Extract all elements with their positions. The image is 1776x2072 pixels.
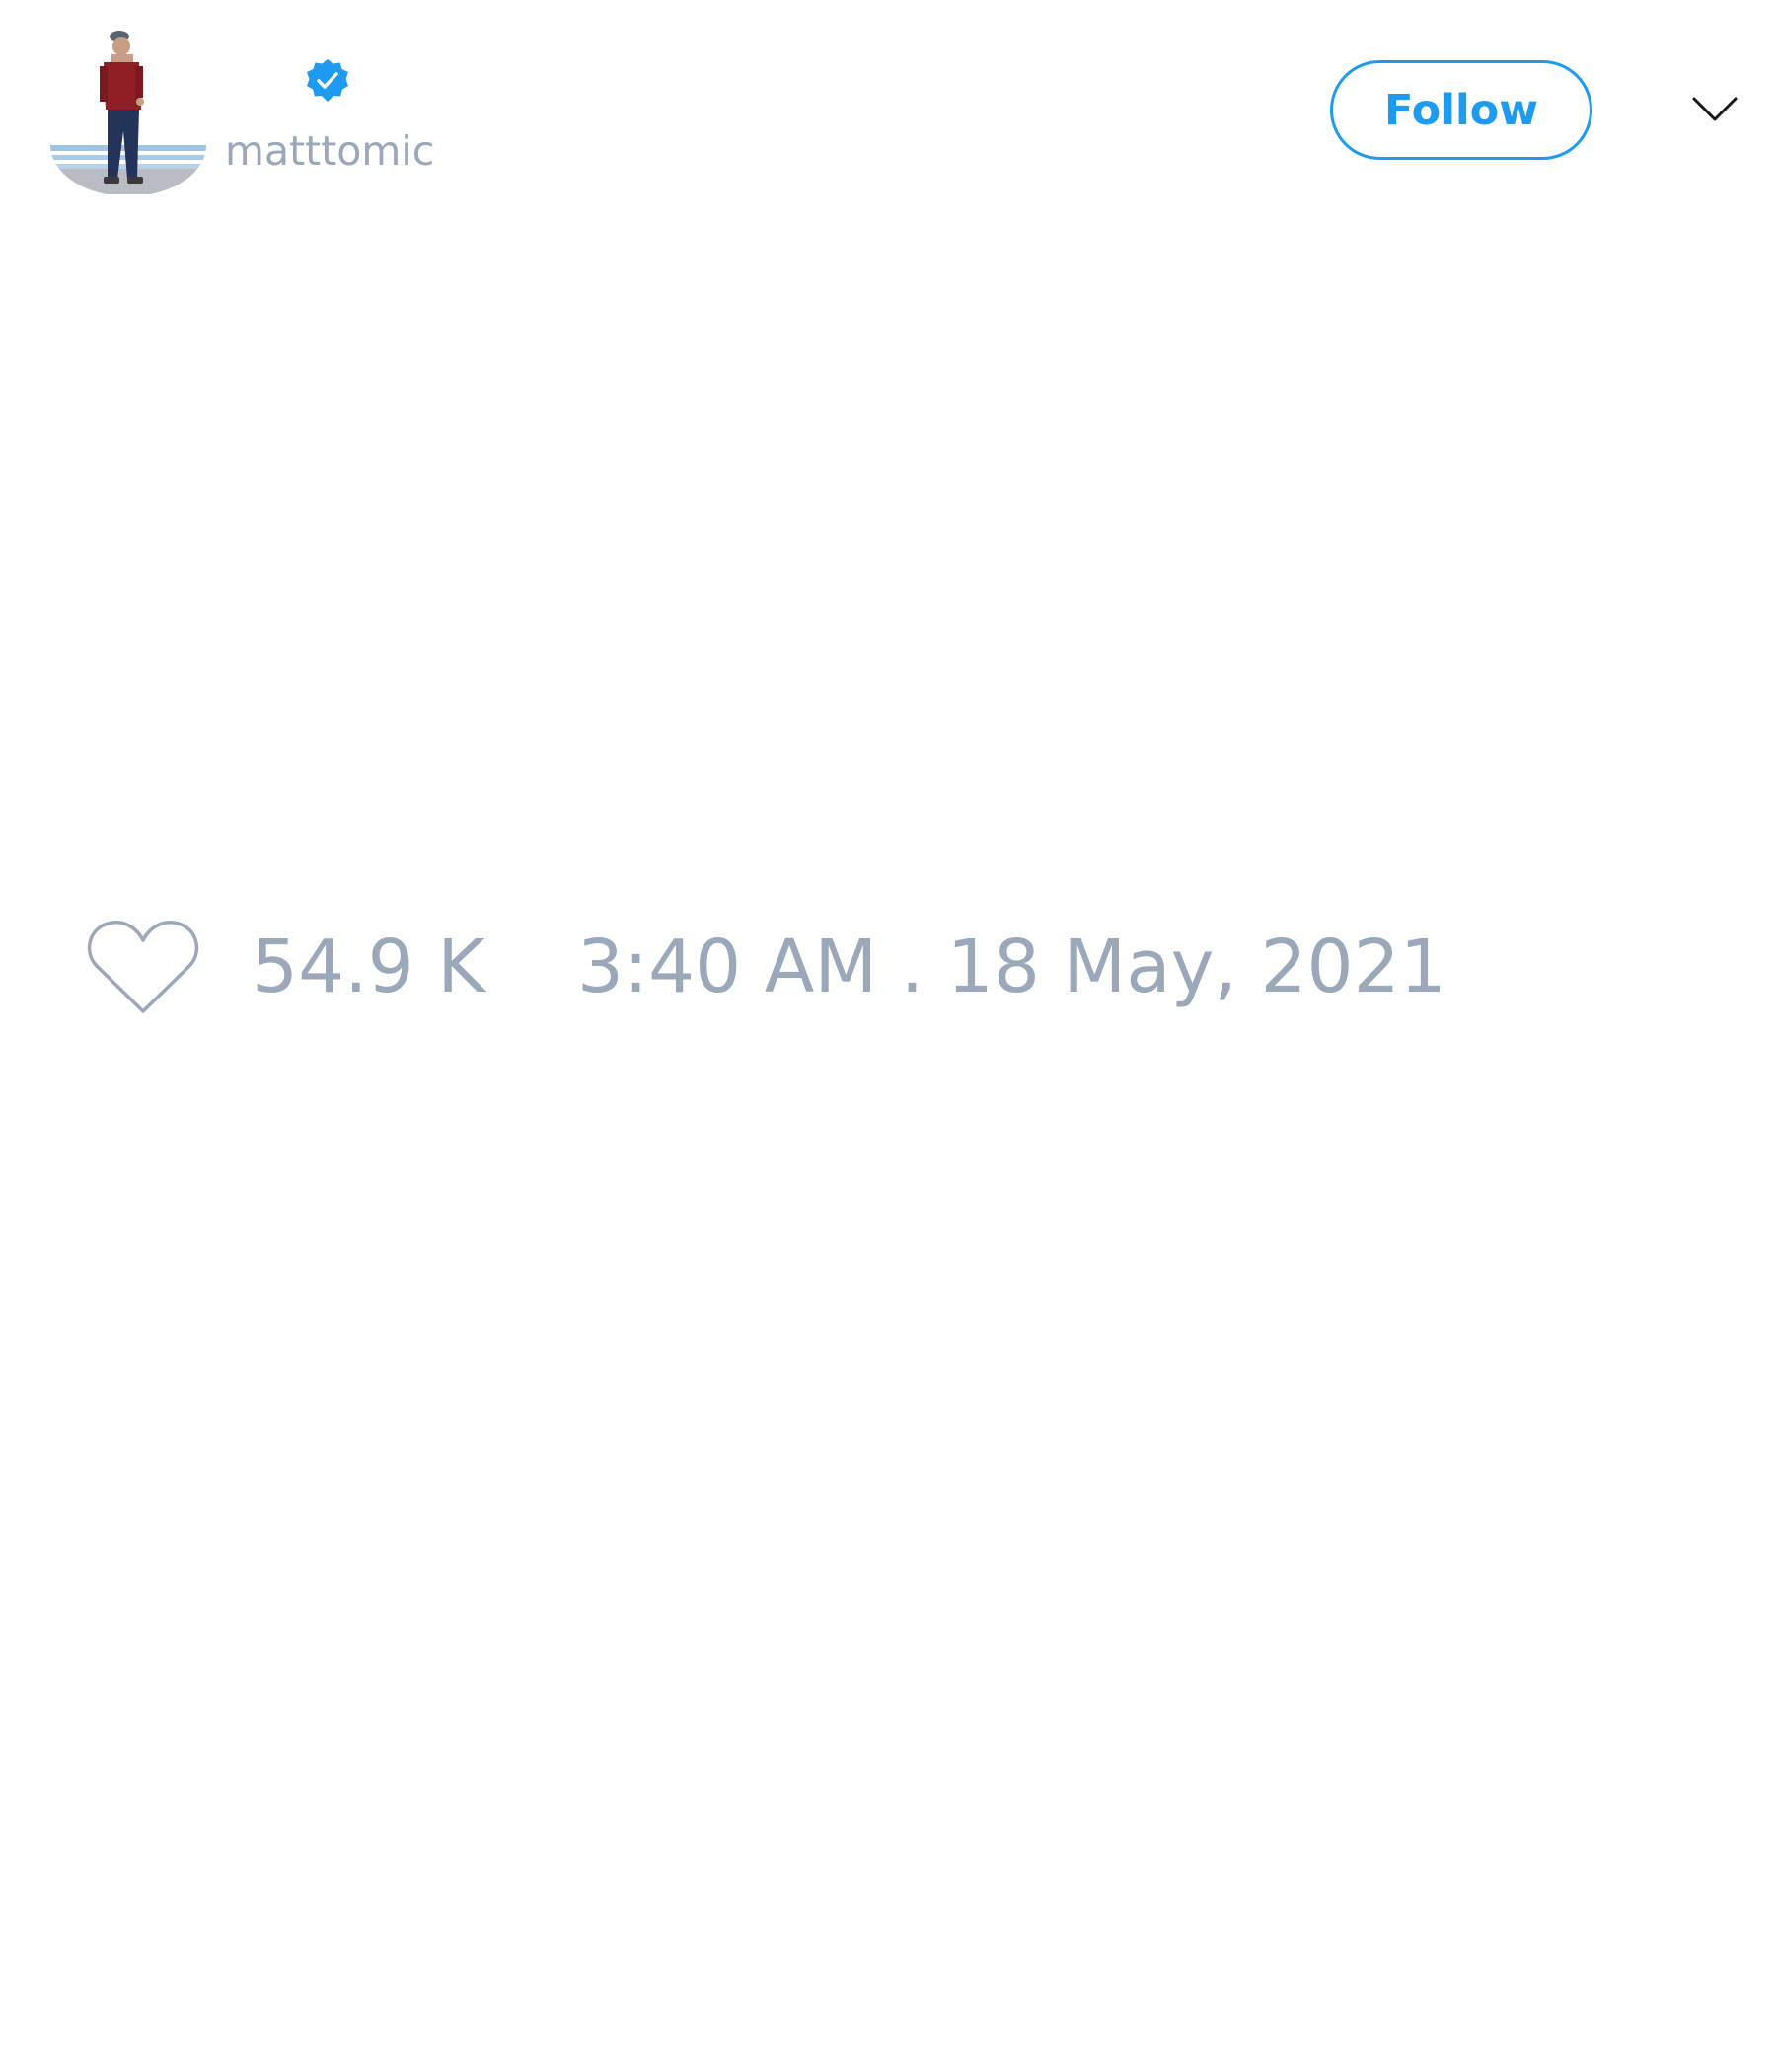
username[interactable]: matttomic: [225, 126, 434, 176]
like-count: 54.9 K: [252, 925, 485, 1009]
avatar-image: [50, 31, 206, 194]
heart-icon[interactable]: [85, 918, 201, 1016]
follow-button[interactable]: Follow: [1330, 60, 1592, 160]
chevron-down-icon[interactable]: [1691, 93, 1739, 126]
tweet-card: matttomic Follow 54.9 K 3:40 AM . 18 May…: [0, 0, 1776, 2072]
verified-badge-icon: [305, 58, 350, 104]
avatar[interactable]: [50, 29, 206, 194]
tweet-timestamp[interactable]: 3:40 AM . 18 May, 2021: [577, 923, 1446, 1011]
